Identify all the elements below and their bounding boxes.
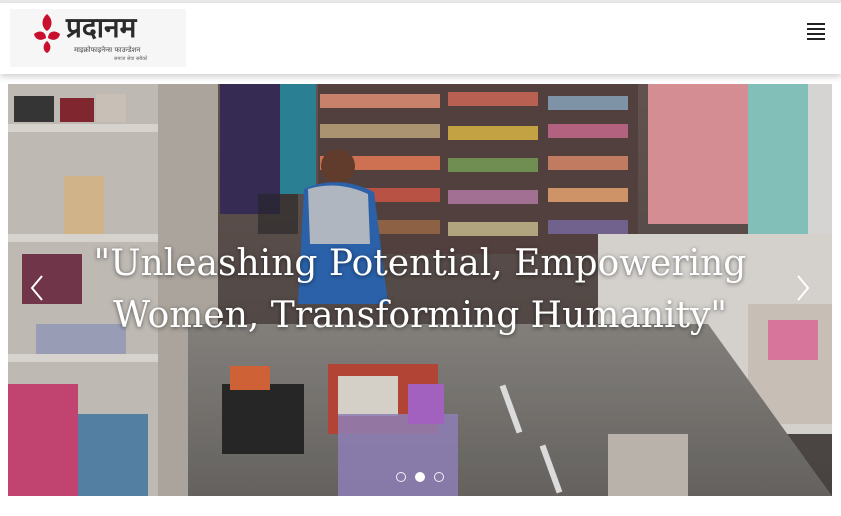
carousel-next-button[interactable] xyxy=(788,270,818,306)
flower-logo-icon xyxy=(34,14,60,53)
hero-carousel: "Unleashing Potential, Empowering Women,… xyxy=(8,84,832,496)
hamburger-menu-icon[interactable] xyxy=(804,19,828,43)
carousel-caption: "Unleashing Potential, Empowering Women,… xyxy=(93,243,747,336)
carousel-indicator-1[interactable] xyxy=(396,472,406,482)
logo-subtitle: माइक्रोफाइनेन्स फाउन्डेशन xyxy=(74,46,141,54)
chevron-left-icon xyxy=(30,275,43,301)
logo-name: प्रदानम xyxy=(66,11,137,44)
site-header: प्रदानम माइक्रोफाइनेन्स फाउन्डेशन समाज स… xyxy=(0,3,841,74)
chevron-right-icon xyxy=(797,275,810,301)
site-logo[interactable]: प्रदानम माइक्रोफाइनेन्स फाउन्डेशन समाज स… xyxy=(10,9,186,67)
carousel-prev-button[interactable] xyxy=(22,270,52,306)
logo-tagline: समाज सेवा सबैको xyxy=(114,56,148,62)
carousel-indicators xyxy=(394,470,454,484)
carousel-indicator-2-active[interactable] xyxy=(415,472,425,482)
carousel-indicator-3[interactable] xyxy=(434,472,444,482)
